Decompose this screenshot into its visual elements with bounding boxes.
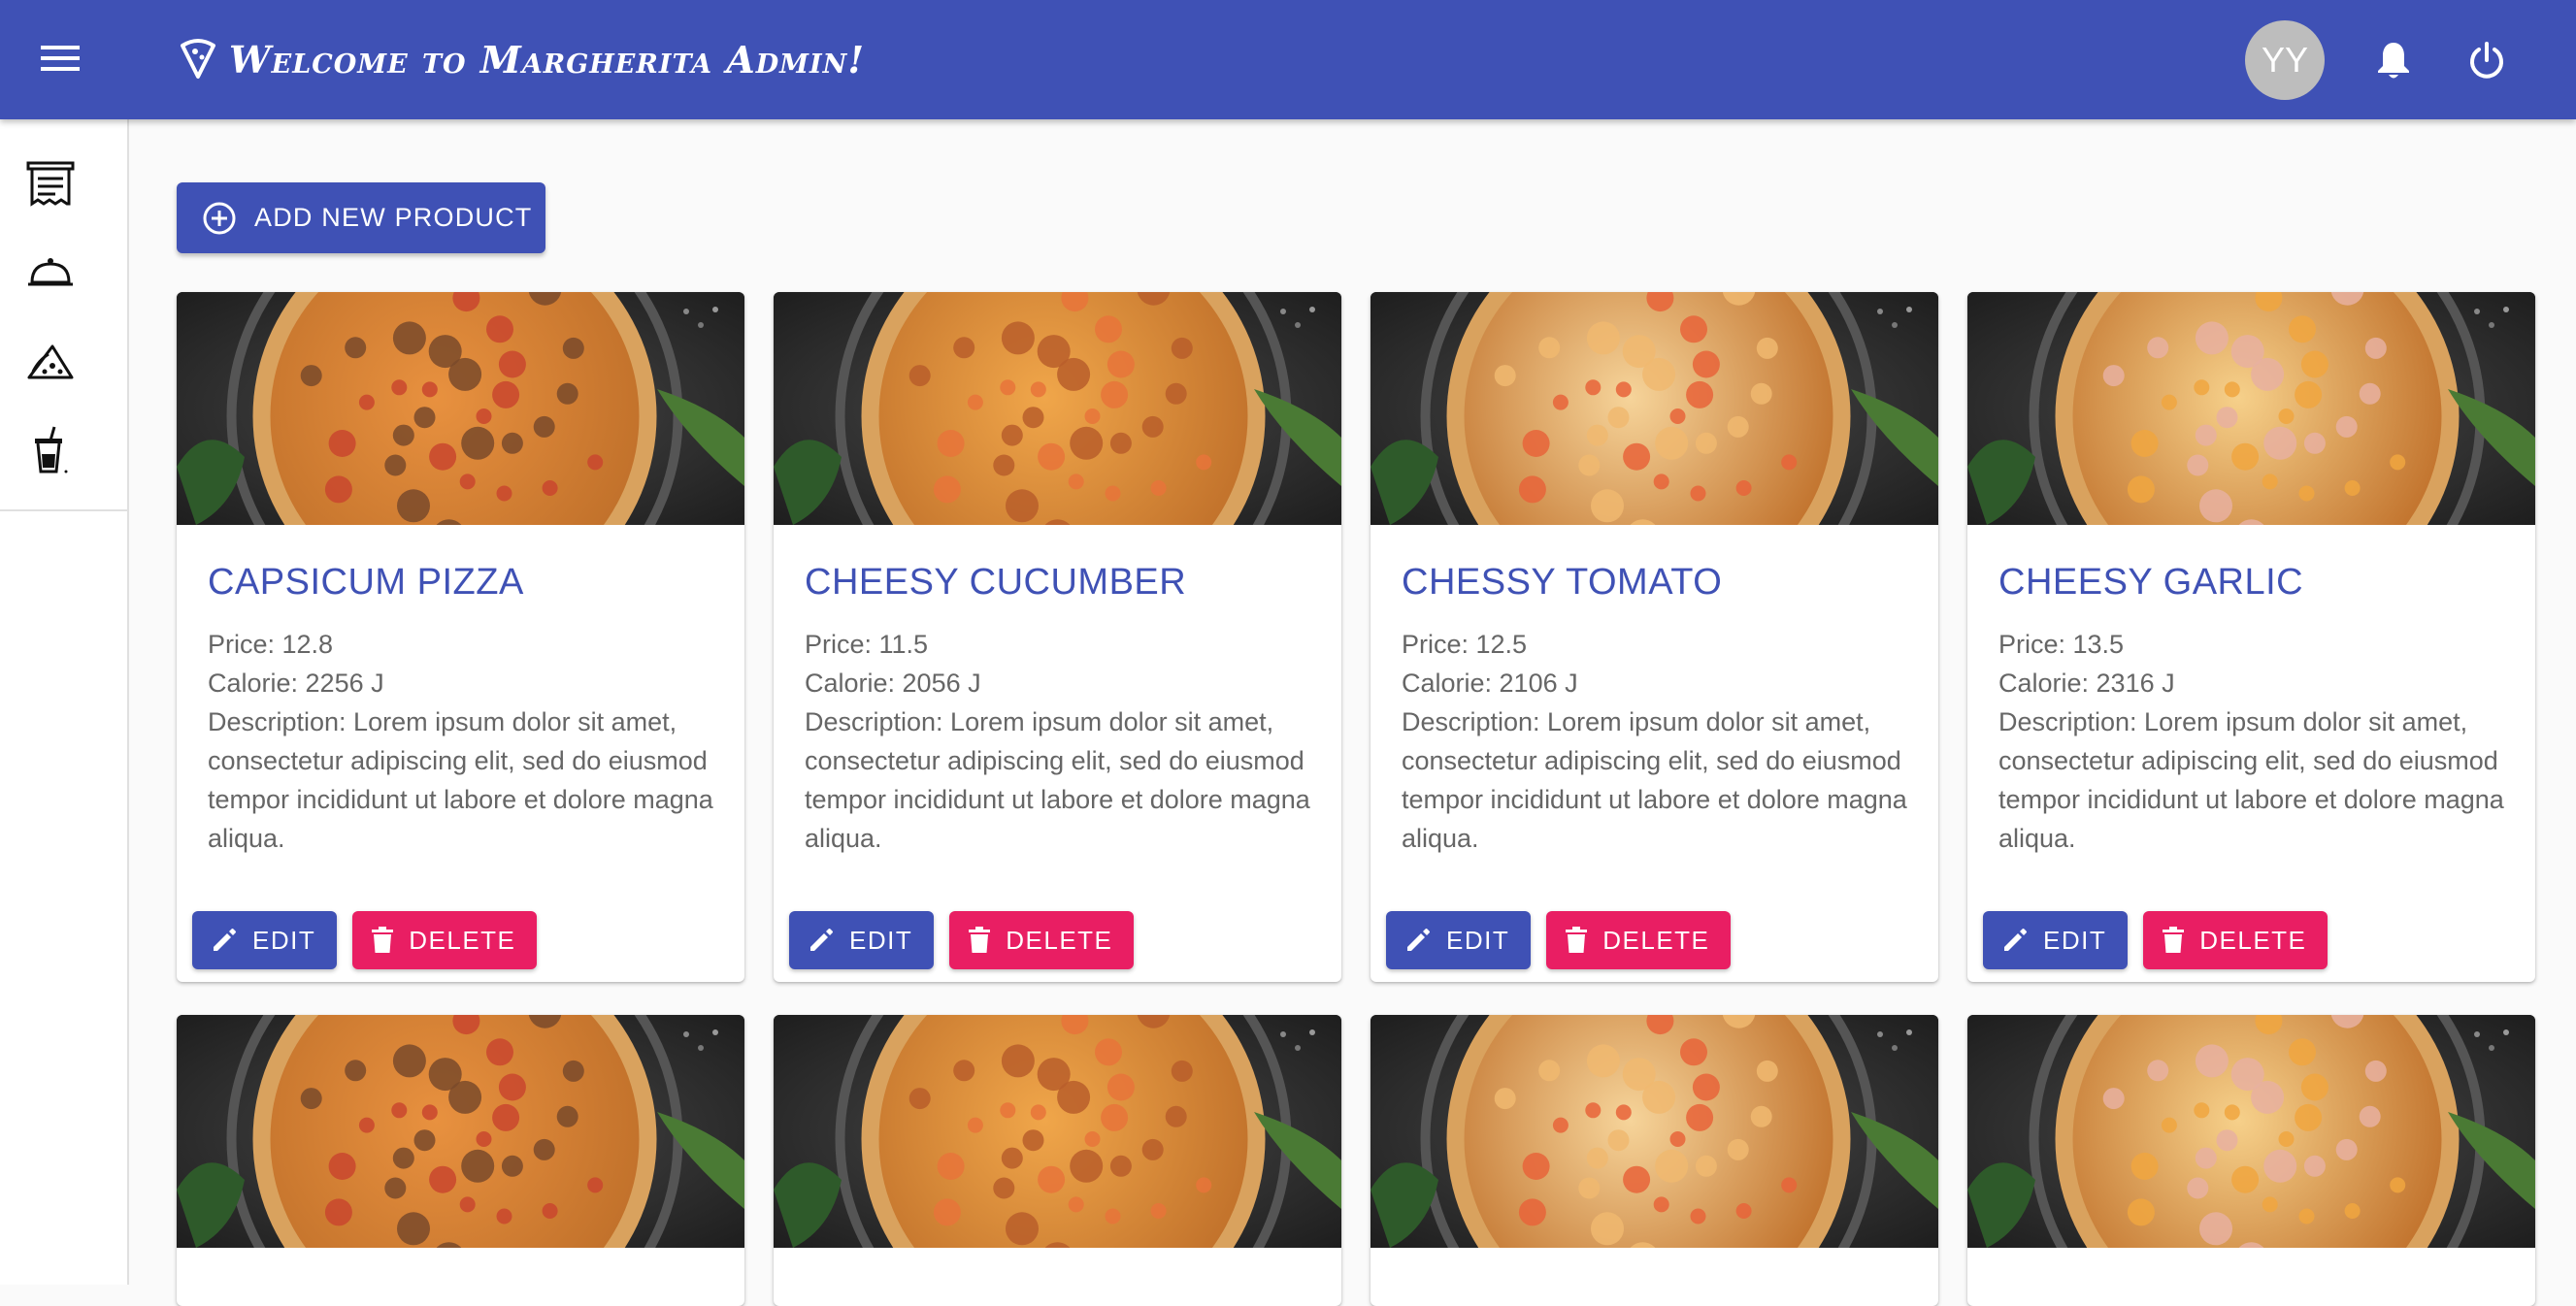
add-new-product-button[interactable]: ADD NEW PRODUCT [177,182,545,253]
pizza-slice-icon[interactable] [19,331,82,393]
sidebar [0,119,129,1285]
delete-button[interactable]: DELETE [352,911,538,969]
product-price: Price: 12.8 [208,630,334,659]
product-price: Price: 12.5 [1402,630,1528,659]
page-title: Welcome to Margherita Admin! [229,37,866,82]
product-image [1967,292,2535,525]
delete-button[interactable]: DELETE [1546,911,1732,969]
cloche-icon[interactable] [19,242,82,304]
pizza-logo-icon [181,39,215,79]
product-calorie: Calorie: 2056 J [805,669,981,698]
receipt-icon[interactable] [19,152,82,214]
product-description: Description: Lorem ipsum dolor sit amet,… [805,707,1310,853]
pencil-icon [1407,929,1430,951]
product-calorie: Calorie: 2256 J [208,669,384,698]
product-card [1371,1015,1938,1306]
add-circle-icon [203,202,236,234]
edit-label: EDIT [252,925,316,955]
product-name: CAPSICUM PIZZA [208,562,524,603]
product-description: Description: Lorem ipsum dolor sit amet,… [208,707,713,853]
product-price: Price: 13.5 [1998,630,2125,659]
edit-label: EDIT [2043,925,2107,955]
product-card: CHEESY GARLIC Price: 13.5 Calorie: 2316 … [1967,292,2535,982]
trash-icon [1566,927,1588,953]
power-icon[interactable] [2456,29,2518,91]
edit-button[interactable]: EDIT [789,911,935,969]
bell-icon[interactable] [2362,29,2425,91]
product-card: CHEESY CUCUMBER Price: 11.5 Calorie: 205… [774,292,1341,982]
delete-label: DELETE [1602,925,1710,955]
trash-icon [969,927,991,953]
pencil-icon [2004,929,2027,951]
trash-icon [372,927,394,953]
edit-button[interactable]: EDIT [192,911,338,969]
avatar[interactable]: YY [2245,20,2325,100]
delete-label: DELETE [1006,925,1113,955]
pencil-icon [214,929,236,951]
edit-label: EDIT [849,925,913,955]
app-bar: Welcome to Margherita Admin! YY [0,0,2576,119]
edit-button[interactable]: EDIT [1983,911,2129,969]
edit-button[interactable]: EDIT [1386,911,1532,969]
product-calorie: Calorie: 2316 J [1998,669,2175,698]
product-image [774,292,1341,525]
product-image [1371,292,1938,525]
product-name: CHESSY TOMATO [1402,562,1723,603]
brand: Welcome to Margherita Admin! [179,29,865,89]
drink-icon[interactable] [19,420,82,482]
product-card: CHESSY TOMATO Price: 12.5 Calorie: 2106 … [1371,292,1938,982]
product-image [1967,1015,2535,1248]
product-card: CAPSICUM PIZZA Price: 12.8 Calorie: 2256… [177,292,744,982]
delete-button[interactable]: DELETE [949,911,1135,969]
pencil-icon [810,929,833,951]
delete-button[interactable]: DELETE [2143,911,2328,969]
product-price: Price: 11.5 [805,630,929,659]
product-image [177,292,744,525]
menu-icon[interactable] [29,27,91,89]
edit-label: EDIT [1446,925,1510,955]
product-description: Description: Lorem ipsum dolor sit amet,… [1998,707,2504,853]
product-image [774,1015,1341,1248]
add-new-product-label: ADD NEW PRODUCT [254,203,533,232]
product-calorie: Calorie: 2106 J [1402,669,1578,698]
trash-icon [2163,927,2185,953]
product-description: Description: Lorem ipsum dolor sit amet,… [1402,707,1907,853]
delete-label: DELETE [409,925,516,955]
product-name: CHEESY CUCUMBER [805,562,1187,603]
product-name: CHEESY GARLIC [1998,562,2304,603]
product-card [177,1015,744,1306]
sidebar-divider [0,509,127,511]
avatar-initials: YY [2261,40,2309,80]
product-card [1967,1015,2535,1306]
product-image [177,1015,744,1248]
product-image [1371,1015,1938,1248]
delete-label: DELETE [2199,925,2307,955]
product-card [774,1015,1341,1306]
